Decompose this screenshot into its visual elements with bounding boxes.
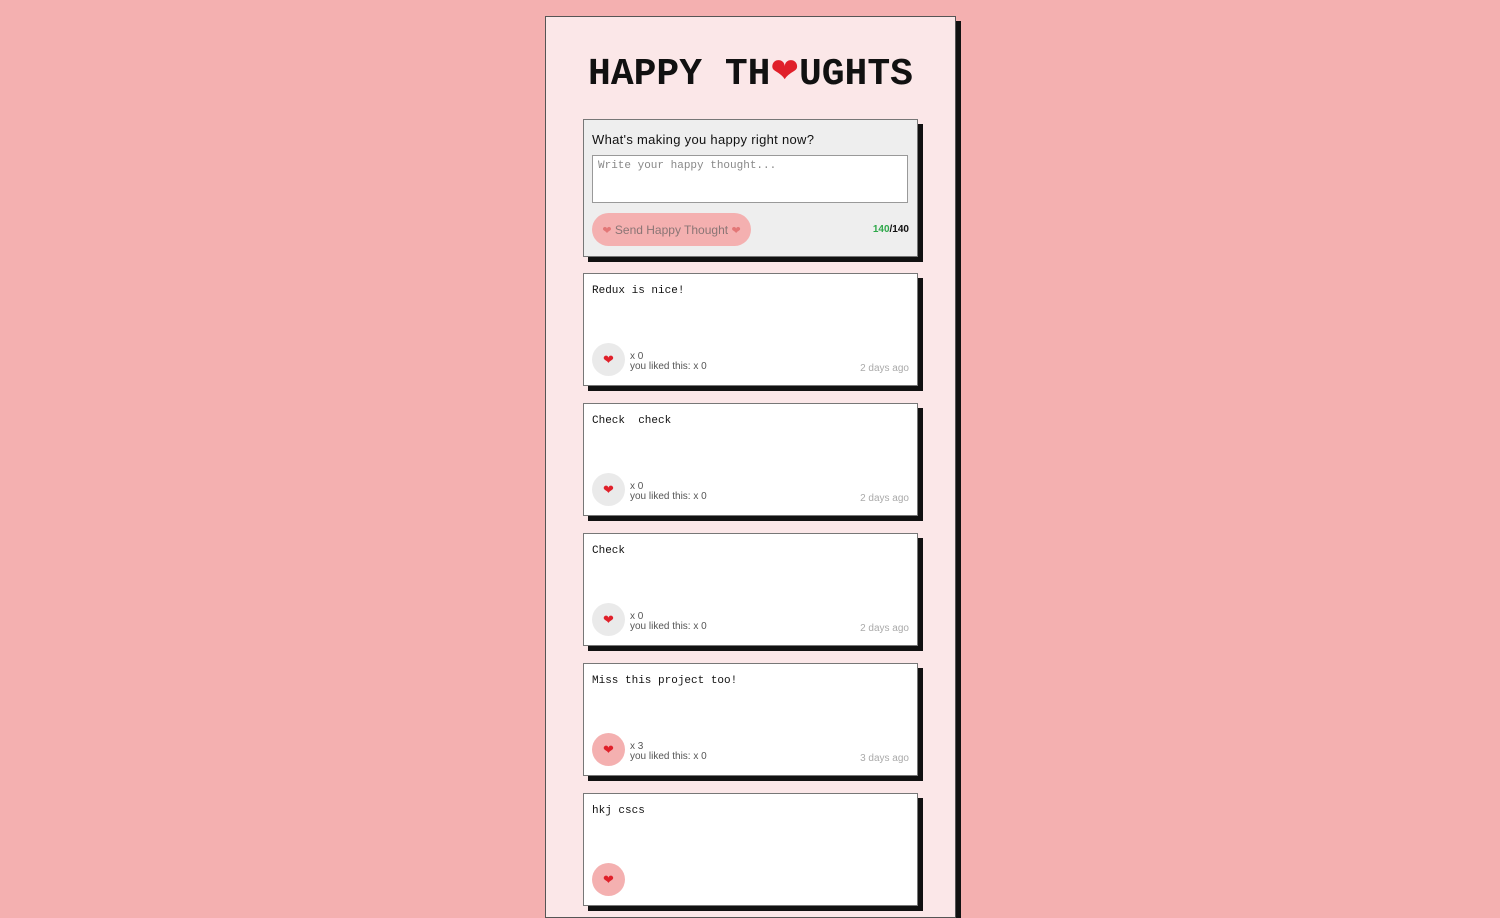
thought-message: Miss this project too! bbox=[592, 675, 738, 687]
heart-icon: ❤ bbox=[731, 223, 741, 237]
send-button-label: Send Happy Thought bbox=[614, 222, 729, 237]
thought-message: Check bbox=[592, 545, 626, 557]
you-liked-count: you liked this: x 0 bbox=[630, 491, 707, 502]
title-text-end: UGHTS bbox=[798, 53, 913, 96]
send-thought-button[interactable]: ❤ Send Happy Thought ❤ bbox=[592, 213, 751, 246]
thought-card: hkj cscs ❤ bbox=[583, 793, 918, 906]
form-question: What's making you happy right now? bbox=[592, 132, 815, 147]
timestamp: 2 days ago bbox=[860, 493, 909, 504]
like-button[interactable]: ❤ bbox=[592, 603, 625, 636]
thought-input[interactable] bbox=[592, 155, 908, 203]
characters-max: /140 bbox=[889, 224, 909, 235]
heart-icon: ❤ bbox=[602, 223, 612, 237]
page-title: HAPPY TH❤UGHTS bbox=[546, 51, 955, 96]
thought-card: Check check ❤ x 0 you liked this: x 0 2 … bbox=[583, 403, 918, 516]
thought-card: Miss this project too! ❤ x 3 you liked t… bbox=[583, 663, 918, 776]
heart-icon: ❤ bbox=[603, 353, 614, 368]
like-button[interactable]: ❤ bbox=[592, 343, 625, 376]
you-liked-count: you liked this: x 0 bbox=[630, 621, 707, 632]
timestamp: 3 days ago bbox=[860, 753, 909, 764]
you-liked-count: you liked this: x 0 bbox=[630, 361, 707, 372]
characters-left: 140 bbox=[872, 224, 890, 235]
timestamp: 2 days ago bbox=[860, 623, 909, 634]
like-button[interactable]: ❤ bbox=[592, 473, 625, 506]
heart-icon: ❤ bbox=[770, 51, 799, 91]
title-text-start: HAPPY TH bbox=[588, 53, 771, 96]
thought-card: Redux is nice! ❤ x 0 you liked this: x 0… bbox=[583, 273, 918, 386]
character-counter: 140/140 bbox=[873, 224, 909, 235]
thought-message: Redux is nice! bbox=[592, 285, 685, 297]
heart-icon: ❤ bbox=[603, 483, 614, 498]
heart-icon: ❤ bbox=[603, 743, 614, 758]
heart-icon: ❤ bbox=[603, 873, 614, 888]
thought-card: Check ❤ x 0 you liked this: x 0 2 days a… bbox=[583, 533, 918, 646]
you-liked-count: you liked this: x 0 bbox=[630, 751, 707, 762]
app-container: HAPPY TH❤UGHTS What's making you happy r… bbox=[545, 16, 956, 918]
like-button[interactable]: ❤ bbox=[592, 733, 625, 766]
thought-message: hkj cscs bbox=[592, 805, 645, 817]
like-button[interactable]: ❤ bbox=[592, 863, 625, 896]
new-thought-form: What's making you happy right now? ❤ Sen… bbox=[583, 119, 918, 257]
thought-message: Check check bbox=[592, 415, 672, 427]
heart-icon: ❤ bbox=[603, 613, 614, 628]
timestamp: 2 days ago bbox=[860, 363, 909, 374]
